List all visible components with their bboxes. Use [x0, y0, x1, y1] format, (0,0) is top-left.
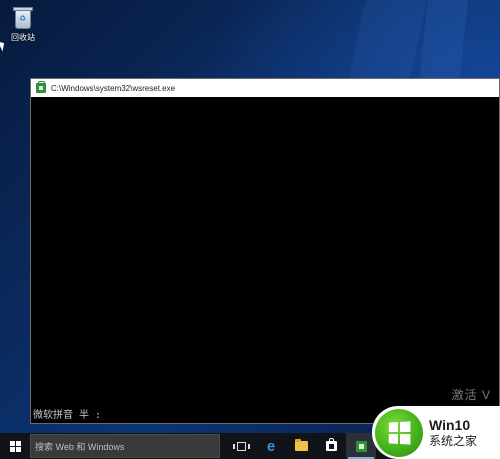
- recycle-bin-label: 回收站: [11, 33, 35, 42]
- taskbar-pinned-apps: e: [226, 433, 376, 459]
- search-placeholder: 搜索 Web 和 Windows: [35, 441, 125, 452]
- task-view-icon: [232, 441, 250, 451]
- wsreset-console-window[interactable]: C:\Windows\system32\wsreset.exe 激活 V 微软拼…: [30, 78, 500, 424]
- recycle-bin-shortcut[interactable]: ♻ 回收站: [4, 4, 42, 43]
- task-view-button[interactable]: [226, 433, 256, 459]
- store-icon: [325, 438, 337, 451]
- window-titlebar[interactable]: C:\Windows\system32\wsreset.exe: [31, 79, 499, 97]
- activate-windows-watermark: 激活 V: [451, 388, 491, 402]
- store-app-icon: [36, 81, 46, 93]
- console-output-area[interactable]: 激活 V 微软拼音 半 :: [31, 97, 499, 423]
- taskbar-search-box[interactable]: 搜索 Web 和 Windows: [30, 434, 220, 458]
- start-button[interactable]: [0, 433, 30, 459]
- desktop: ♻ 回收站 C:\Windows\system32\wsreset.exe 激活…: [0, 0, 500, 459]
- recycle-bin-icon: ♻: [12, 4, 34, 30]
- win10-site-watermark: Win10 系统之家: [372, 406, 500, 459]
- store-button[interactable]: [316, 433, 346, 459]
- edge-icon: e: [266, 437, 276, 455]
- watermark-title: Win10: [429, 416, 471, 433]
- win10-logo-icon: [375, 408, 423, 457]
- edge-button[interactable]: e: [256, 433, 286, 459]
- wsreset-icon: [355, 440, 367, 452]
- windows-start-icon: [9, 440, 21, 452]
- file-explorer-icon: [294, 439, 308, 451]
- window-title: C:\Windows\system32\wsreset.exe: [51, 83, 176, 93]
- ime-status-line: 微软拼音 半 :: [33, 410, 102, 421]
- file-explorer-button[interactable]: [286, 433, 316, 459]
- watermark-subtitle: 系统之家: [429, 433, 478, 448]
